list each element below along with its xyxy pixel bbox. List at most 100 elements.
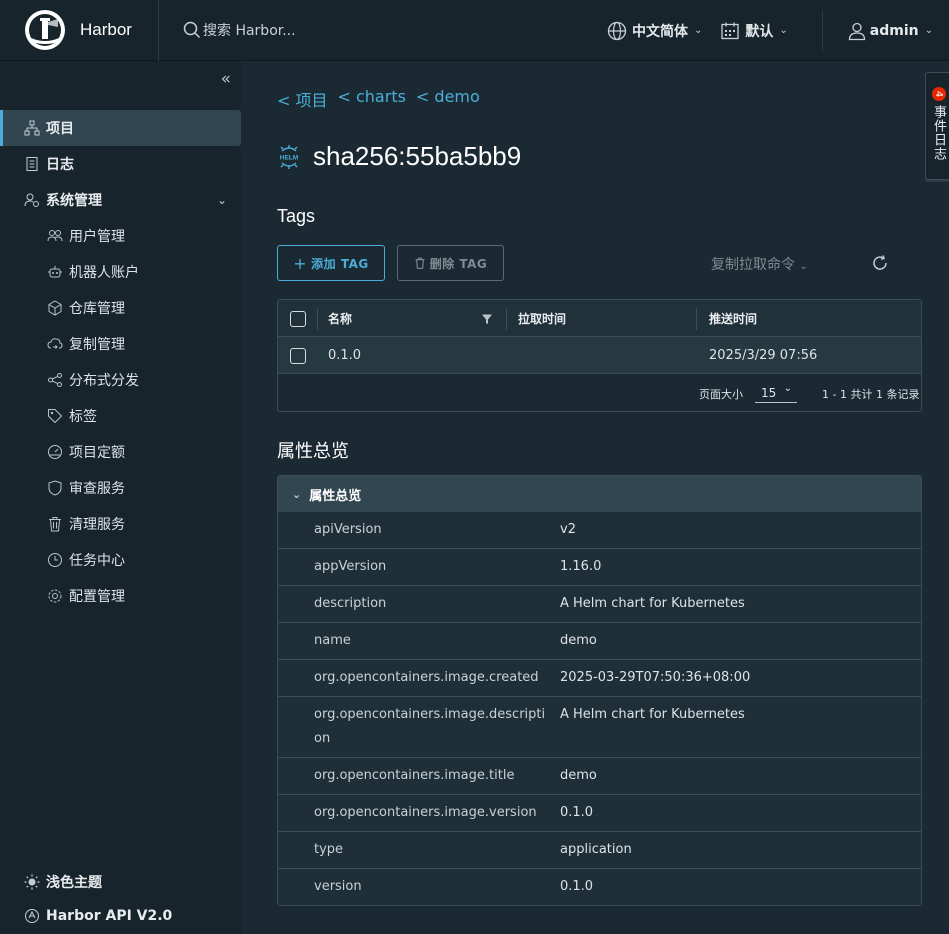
property-value: 0.1.0 [560,879,594,894]
refresh-icon[interactable] [871,254,889,277]
property-value: 1.16.0 [560,559,602,574]
property-key: apiVersion [314,522,382,537]
property-key: appVersion [314,559,387,574]
property-row: description A Helm chart for Kubernetes [278,586,921,623]
column-pull-time[interactable]: 拉取时间 [518,300,566,337]
property-value: 2025-03-29T07:50:36+08:00 [560,670,751,685]
sidebar-item-admin[interactable]: 系统管理 ⌄ [0,182,241,218]
property-key: type [314,842,344,857]
property-row: org.opencontainers.image.description A H… [278,697,921,758]
property-key: org.opencontainers.image.created [314,670,539,685]
theme-toggle[interactable]: 浅色主题 [24,872,102,892]
language-label: 中文简体 [632,23,688,40]
property-value: demo [560,633,597,648]
chevron-down-icon: ⌄ [799,261,808,272]
page-size-label: 页面大小 [699,388,743,401]
property-value: 0.1.0 [560,805,594,820]
property-value: A Helm chart for Kubernetes [560,596,745,611]
copy-pull-command[interactable]: 复制拉取命令 ⌄ [711,254,808,274]
search-icon [183,21,201,39]
search-placeholder: 搜索 Harbor... [203,23,296,39]
sidebar-item-label: 审查服务 [69,481,125,497]
properties-panel-header[interactable]: ⌄ 属性总览 [278,476,921,512]
column-name[interactable]: 名称 [328,300,352,337]
delete-tag-button[interactable]: 删除 TAG [397,245,504,281]
page-size-select[interactable]: 15 ⌄ [755,383,797,403]
breadcrumb-demo[interactable]: < demo [416,87,480,111]
sidebar-item-users[interactable]: 用户管理 [0,218,241,254]
property-key: name [314,633,351,648]
sidebar-item-label: 仓库管理 [69,301,125,317]
users-icon [47,228,63,244]
panel-title: 属性总览 [309,488,362,504]
theme-label: 浅色主题 [46,875,102,891]
harbor-logo-icon [25,10,65,50]
sidebar-item-label: 系统管理 [46,193,102,209]
sidebar-item-gc[interactable]: 清理服务 [0,506,241,542]
sidebar-item-robot[interactable]: 机器人账户 [0,254,241,290]
property-row: type application [278,832,921,869]
property-row: appVersion 1.16.0 [278,549,921,586]
plus-icon: + [293,253,308,273]
sidebar-item-label: 复制管理 [69,337,125,353]
grid-footer: 页面大小 15 ⌄ 1 - 1 共计 1 条记录 [278,374,921,411]
robot-icon [47,264,63,280]
collapse-sidebar-icon[interactable]: « [221,69,231,89]
helm-label: HELM [280,154,298,161]
sidebar-item-projects[interactable]: 项目 [0,110,241,146]
props-section-title: 属性总览 [277,441,349,461]
copy-pull-label: 复制拉取命令 [711,257,795,273]
sidebar-item-logs[interactable]: 日志 [0,146,241,182]
breadcrumb-charts[interactable]: < charts [338,87,406,111]
language-selector[interactable]: 中文简体 ⌄ [607,21,702,41]
breadcrumb: < 项目 < charts < demo [277,87,490,111]
row-checkbox[interactable] [290,348,306,364]
property-value: demo [560,768,597,783]
tag-name: 0.1.0 [328,348,362,363]
add-tag-button[interactable]: + 添加 TAG [277,245,385,281]
date-format-selector[interactable]: 默认 ⌄ [720,21,788,41]
sidebar-item-jobs[interactable]: 任务中心 [0,542,241,578]
property-key: org.opencontainers.image.description [314,707,546,746]
filter-icon[interactable] [481,313,493,328]
sidebar-item-distribution[interactable]: 分布式分发 [0,362,241,398]
sidebar-item-label: 任务中心 [69,553,125,569]
table-row[interactable]: 0.1.0 2025/3/29 07:56 [278,337,921,374]
sidebar-item-config[interactable]: 配置管理 [0,578,241,614]
user-icon [848,22,865,40]
event-log-tab[interactable]: 4 事件日志 [925,72,949,180]
property-value: A Helm chart for Kubernetes [560,707,745,722]
sidebar-item-label: 用户管理 [69,229,125,245]
column-push-time[interactable]: 推送时间 [709,300,757,337]
breadcrumb-projects[interactable]: < 项目 [277,87,328,111]
chevron-down-icon: ⌄ [779,25,788,36]
property-key: description [314,596,387,611]
api-link[interactable]: Harbor API V2.0 [24,908,172,924]
sidebar: « 项目 日志 系统管理 ⌄ 用户管理 机器人账户 仓库管理 复制管理 分布式分… [0,61,241,934]
calendar-icon [721,22,740,39]
sun-icon [24,874,40,890]
username: admin [869,22,919,39]
select-all-checkbox[interactable] [290,311,306,327]
brand[interactable]: Harbor [0,0,159,61]
property-row: org.opencontainers.image.version 0.1.0 [278,795,921,832]
sidebar-item-labels[interactable]: 标签 [0,398,241,434]
admin-icon [24,192,40,208]
sidebar-item-label: 日志 [46,157,74,173]
sidebar-item-interrogation[interactable]: 审查服务 [0,470,241,506]
sidebar-item-registry[interactable]: 仓库管理 [0,290,241,326]
property-row: apiVersion v2 [278,512,921,549]
global-search[interactable]: 搜索 Harbor... [183,20,483,40]
column-separator [506,308,507,330]
user-menu[interactable]: admin ⌄ [847,21,933,41]
grid-header: 名称 拉取时间 推送时间 [278,300,921,337]
sidebar-item-quota[interactable]: 项目定额 [0,434,241,470]
chevron-down-icon: ⌄ [783,383,792,394]
sidebar-item-replication[interactable]: 复制管理 [0,326,241,362]
replication-icon [47,336,63,352]
label-icon [47,408,63,424]
delete-tag-label: 删除 TAG [429,256,488,271]
event-count-badge: 4 [932,87,946,101]
property-row: org.opencontainers.image.created 2025-03… [278,660,921,697]
event-log-label: 事件日志 [931,105,946,161]
